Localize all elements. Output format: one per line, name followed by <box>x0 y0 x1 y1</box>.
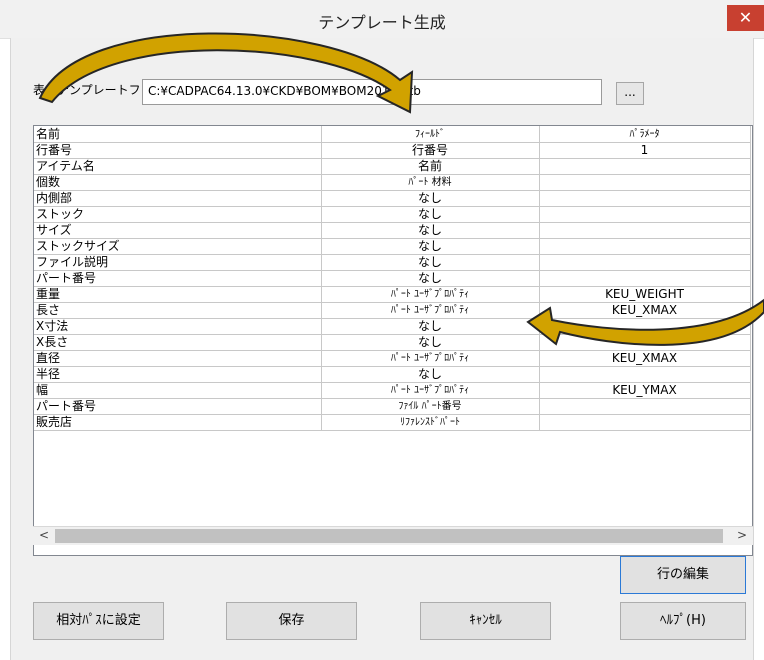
cell-field[interactable]: ﾊﾟｰﾄ ﾕｰｻﾞﾌﾟﾛﾊﾟﾃｨ <box>321 382 540 399</box>
table-row[interactable]: 重量 ﾊﾟｰﾄ ﾕｰｻﾞﾌﾟﾛﾊﾟﾃｨ KEU_WEIGHT <box>34 286 751 303</box>
table-row[interactable]: アイテム名 名前 <box>34 158 751 175</box>
table-row[interactable]: 長さ ﾊﾟｰﾄ ﾕｰｻﾞﾌﾟﾛﾊﾟﾃｨ KEU_XMAX <box>34 302 751 319</box>
table-row[interactable]: 内側部 なし <box>34 190 751 207</box>
horizontal-scrollbar[interactable]: < > <box>33 526 753 545</box>
scroll-right-icon[interactable]: > <box>737 528 747 542</box>
template-file-input[interactable]: C:¥CADPAC64.13.0¥CKD¥BOM¥BOM2015.btb <box>142 79 602 105</box>
browse-button[interactable]: ... <box>616 82 644 105</box>
cell-field[interactable]: 行番号 <box>321 142 540 159</box>
cell-parameter[interactable] <box>539 366 751 383</box>
table-row[interactable]: 個数 ﾊﾟｰﾄ 材料 <box>34 174 751 191</box>
cell-name[interactable]: X寸法 <box>34 318 322 335</box>
column-header-field[interactable]: ﾌｨｰﾙﾄﾞ <box>321 126 540 143</box>
cell-field[interactable]: ﾊﾟｰﾄ 材料 <box>321 174 540 191</box>
cell-parameter[interactable]: KEU_XMAX <box>539 350 751 367</box>
title-bar: テンプレート生成 ✕ <box>0 0 764 39</box>
cell-field[interactable]: なし <box>321 318 540 335</box>
cell-parameter[interactable]: KEU_XMAX <box>539 302 751 319</box>
cell-parameter[interactable] <box>539 254 751 271</box>
cell-parameter[interactable] <box>539 206 751 223</box>
grid-header-row: 名前 ﾌｨｰﾙﾄﾞ ﾊﾟﾗﾒｰﾀ <box>34 126 751 143</box>
scrollbar-thumb[interactable] <box>55 529 723 543</box>
cell-name[interactable]: ストックサイズ <box>34 238 322 255</box>
cell-name[interactable]: 重量 <box>34 286 322 303</box>
cell-parameter[interactable] <box>539 334 751 351</box>
table-row[interactable]: ストックサイズ なし <box>34 238 751 255</box>
cell-parameter[interactable] <box>539 398 751 415</box>
cell-name[interactable]: 行番号 <box>34 142 322 159</box>
cell-parameter[interactable] <box>539 414 751 431</box>
cell-field[interactable]: ﾊﾟｰﾄ ﾕｰｻﾞﾌﾟﾛﾊﾟﾃｨ <box>321 302 540 319</box>
cell-name[interactable]: パート番号 <box>34 398 322 415</box>
table-row[interactable]: ストック なし <box>34 206 751 223</box>
cell-name[interactable]: X長さ <box>34 334 322 351</box>
table-row[interactable]: 行番号 行番号 1 <box>34 142 751 159</box>
cell-field[interactable]: ﾊﾟｰﾄ ﾕｰｻﾞﾌﾟﾛﾊﾟﾃｨ <box>321 350 540 367</box>
cell-name[interactable]: 販売店 <box>34 414 322 431</box>
cell-parameter[interactable]: KEU_WEIGHT <box>539 286 751 303</box>
table-row[interactable]: 直径 ﾊﾟｰﾄ ﾕｰｻﾞﾌﾟﾛﾊﾟﾃｨ KEU_XMAX <box>34 350 751 367</box>
table-row[interactable]: ファイル説明 なし <box>34 254 751 271</box>
set-relative-path-button[interactable]: 相対ﾊﾟｽに設定 <box>33 602 164 640</box>
cell-field[interactable]: ﾘﾌｧﾚﾝｽﾄﾞﾊﾟｰﾄ <box>321 414 540 431</box>
table-row[interactable]: X寸法 なし <box>34 318 751 335</box>
cell-parameter[interactable] <box>539 174 751 191</box>
cell-parameter[interactable]: KEU_YMAX <box>539 382 751 399</box>
cell-parameter[interactable] <box>539 270 751 287</box>
table-row[interactable]: 販売店 ﾘﾌｧﾚﾝｽﾄﾞﾊﾟｰﾄ <box>34 414 751 431</box>
column-header-parameter[interactable]: ﾊﾟﾗﾒｰﾀ <box>539 126 751 143</box>
table-row[interactable]: 幅ﾊﾟｰﾄ ﾕｰｻﾞﾌﾟﾛﾊﾟﾃｨ KEU_YMAX <box>34 382 751 399</box>
field-mapping-grid[interactable]: 名前 ﾌｨｰﾙﾄﾞ ﾊﾟﾗﾒｰﾀ 行番号 行番号 1 アイテム名 名前 個数 ﾊﾟｰﾄ 材料… <box>33 125 753 556</box>
edit-row-button[interactable]: 行の編集 <box>620 556 746 594</box>
cell-field[interactable]: ﾌｧｲﾙ ﾊﾟｰﾄ番号 <box>321 398 540 415</box>
cell-field[interactable]: 名前 <box>321 158 540 175</box>
cell-field[interactable]: なし <box>321 366 540 383</box>
cell-name[interactable]: ストック <box>34 206 322 223</box>
close-icon: ✕ <box>738 8 753 27</box>
help-button[interactable]: ﾍﾙﾌﾟ(H) <box>620 602 746 640</box>
cell-name[interactable]: ファイル説明 <box>34 254 322 271</box>
cell-name[interactable]: 個数 <box>34 174 322 191</box>
cell-parameter[interactable] <box>539 158 751 175</box>
cell-field[interactable]: なし <box>321 334 540 351</box>
cell-name[interactable]: 長さ <box>34 302 322 319</box>
cell-field[interactable]: ﾊﾟｰﾄ ﾕｰｻﾞﾌﾟﾛﾊﾟﾃｨ <box>321 286 540 303</box>
table-row[interactable]: サイズ なし <box>34 222 751 239</box>
cell-field[interactable]: なし <box>321 254 540 271</box>
scroll-left-icon[interactable]: < <box>39 528 49 542</box>
cell-field[interactable]: なし <box>321 190 540 207</box>
cell-name[interactable]: サイズ <box>34 222 322 239</box>
cell-parameter[interactable] <box>539 222 751 239</box>
cell-field[interactable]: なし <box>321 270 540 287</box>
cancel-button[interactable]: ｷｬﾝｾﾙ <box>420 602 551 640</box>
cell-name[interactable]: 内側部 <box>34 190 322 207</box>
cell-parameter[interactable] <box>539 238 751 255</box>
table-row[interactable]: X長さ なし <box>34 334 751 351</box>
cell-name[interactable]: パート番号 <box>34 270 322 287</box>
cell-name[interactable]: アイテム名 <box>34 158 322 175</box>
cell-name[interactable]: 直径 <box>34 350 322 367</box>
cell-field[interactable]: なし <box>321 222 540 239</box>
cell-parameter[interactable] <box>539 190 751 207</box>
cell-parameter[interactable] <box>539 318 751 335</box>
cell-parameter[interactable]: 1 <box>539 142 751 159</box>
dialog-title: テンプレート生成 <box>318 13 446 32</box>
cell-field[interactable]: なし <box>321 206 540 223</box>
table-row[interactable]: 半径 なし <box>34 366 751 383</box>
cell-name[interactable]: 半径 <box>34 366 322 383</box>
close-button[interactable]: ✕ <box>727 5 764 31</box>
table-row[interactable]: パート番号 なし <box>34 270 751 287</box>
save-button[interactable]: 保存 <box>226 602 357 640</box>
column-header-name[interactable]: 名前 <box>34 126 322 143</box>
cell-name[interactable]: 幅 <box>34 382 322 399</box>
cell-field[interactable]: なし <box>321 238 540 255</box>
table-row[interactable]: パート番号 ﾌｧｲﾙ ﾊﾟｰﾄ番号 <box>34 398 751 415</box>
